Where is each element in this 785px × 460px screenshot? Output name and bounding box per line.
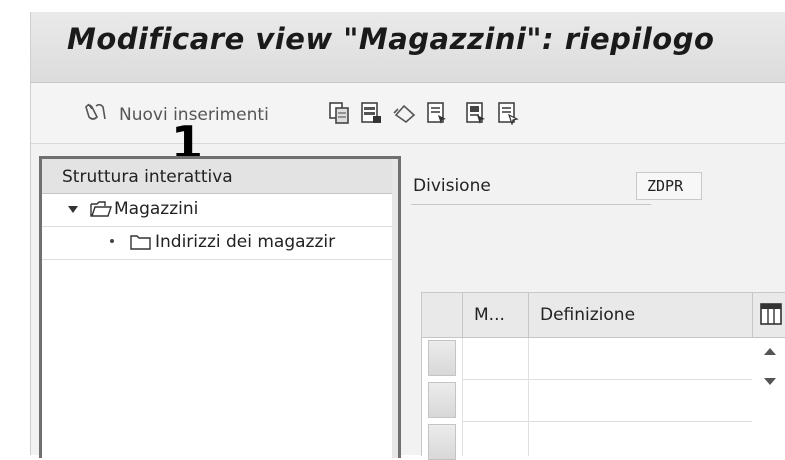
sap-window: Modificare view "Magazzini": riepilogo N…: [30, 12, 785, 460]
tree-item-magazzini[interactable]: Magazzini: [42, 194, 392, 227]
column-separator: [528, 293, 529, 337]
tree-item-label: Indirizzi dei magazzir: [155, 232, 336, 252]
division-label: Divisione: [413, 176, 491, 196]
tree-item-indirizzi[interactable]: Indirizzi dei magazzir: [42, 227, 392, 260]
expand-triangle-icon[interactable]: [68, 206, 78, 214]
select-block-icon[interactable]: [465, 101, 487, 125]
delete-icon[interactable]: [360, 101, 382, 125]
tree-item-label: Magazzini: [114, 199, 199, 219]
column-separator: [462, 293, 463, 337]
deselect-all-icon[interactable]: [497, 101, 519, 125]
folder-icon: [130, 235, 151, 250]
column-separator: [528, 338, 529, 456]
table-scrollbar[interactable]: [752, 338, 785, 456]
scroll-up-icon[interactable]: [764, 348, 776, 356]
application-toolbar: Nuovi inserimenti: [31, 83, 785, 144]
tree-header-label: Struttura interattiva: [62, 167, 233, 187]
folder-open-icon: [90, 201, 112, 217]
column-separator: [462, 338, 463, 456]
copy-icon[interactable]: [328, 101, 350, 125]
select-all-icon[interactable]: [426, 101, 448, 125]
title-bar: Modificare view "Magazzini": riepilogo: [31, 12, 785, 83]
dialog-structure-panel: Struttura interattiva Magazzini Indirizz…: [39, 156, 401, 458]
column-separator: [752, 293, 753, 337]
table-row[interactable]: [462, 421, 752, 422]
column-header-definizione[interactable]: Definizione: [540, 305, 635, 325]
warehouse-table: M... Definizione: [421, 292, 785, 460]
column-header-m[interactable]: M...: [474, 305, 505, 325]
undo-icon[interactable]: [392, 101, 418, 125]
divider: [411, 204, 651, 205]
table-header: M... Definizione: [422, 293, 785, 338]
glasses-icon[interactable]: [83, 101, 109, 125]
bullet-icon: [110, 239, 114, 243]
row-selector[interactable]: [428, 382, 456, 418]
table-settings-icon[interactable]: [760, 303, 782, 325]
tree-header: Struttura interattiva: [42, 159, 392, 194]
scroll-down-icon[interactable]: [764, 378, 776, 386]
division-field[interactable]: ZDPR: [636, 172, 702, 200]
page-title: Modificare view "Magazzini": riepilogo: [67, 22, 715, 56]
table-row[interactable]: [462, 379, 752, 380]
row-selector[interactable]: [428, 340, 456, 376]
